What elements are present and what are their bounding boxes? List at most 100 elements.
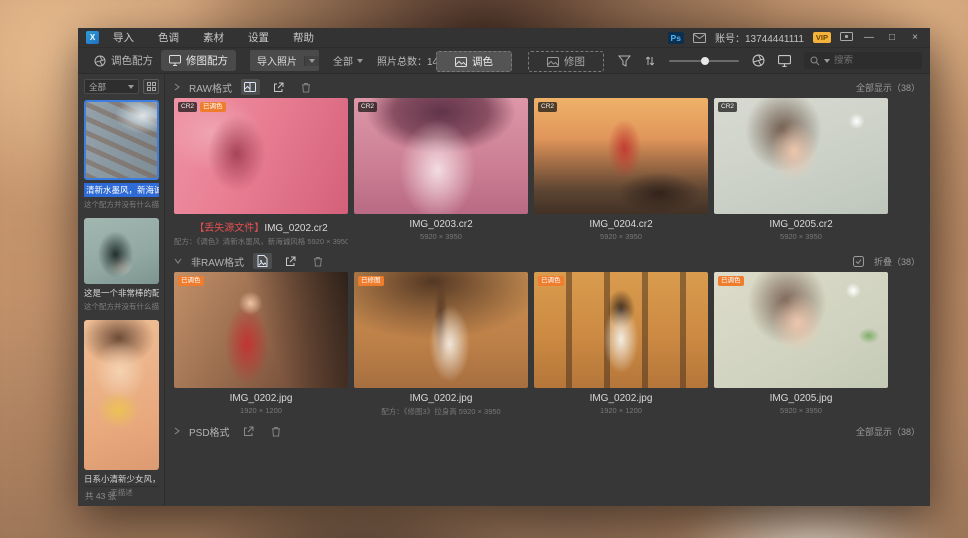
trash-icon[interactable] bbox=[267, 423, 286, 439]
section-title: PSD格式 bbox=[189, 424, 230, 439]
section-title: RAW格式 bbox=[189, 80, 232, 95]
missing-file-label: 【丢失源文件】 bbox=[194, 223, 264, 234]
search-icon bbox=[810, 56, 820, 66]
screen: X 导入 色调 素材 设置 帮助 Ps 账号：13744441111 VIP —… bbox=[0, 0, 968, 538]
raw-photo-row: CR2 已调色 【丢失源文件】IMG_0202.cr2 配方：《调色》清新水墨风… bbox=[174, 98, 920, 246]
menu-import[interactable]: 导入 bbox=[113, 30, 134, 45]
format-badge: CR2 bbox=[718, 102, 737, 112]
section-show-all-label[interactable]: 全部显示（38） bbox=[856, 425, 920, 438]
retouch-mode-label: 修图 bbox=[564, 54, 585, 69]
recipe-filter-dropdown[interactable]: 全部 bbox=[84, 79, 139, 94]
photo-thumbnail[interactable]: CR2 已调色 bbox=[174, 98, 348, 214]
retouch-mode-icon bbox=[547, 57, 559, 67]
status-badge: 已修图 bbox=[358, 276, 384, 286]
recipe-thumbnail[interactable] bbox=[84, 218, 159, 284]
tab-color-recipe-label: 调色配方 bbox=[111, 53, 153, 68]
photo-name: IMG_0204.cr2 bbox=[534, 219, 708, 230]
scope-dropdown[interactable]: 全部 bbox=[333, 53, 363, 68]
filter-funnel-icon[interactable] bbox=[618, 55, 631, 67]
menu-settings[interactable]: 设置 bbox=[248, 30, 269, 45]
maximize-button[interactable]: □ bbox=[885, 32, 899, 43]
minimize-button[interactable]: — bbox=[862, 32, 876, 43]
trash-icon[interactable] bbox=[309, 253, 328, 269]
photo-thumbnail[interactable]: 已调色 bbox=[174, 272, 348, 388]
title-bar: X 导入 色调 素材 设置 帮助 Ps 账号：13744441111 VIP —… bbox=[78, 28, 930, 48]
section-header-nonraw: 非RAW格式 折叠（38） bbox=[174, 250, 920, 272]
photo-thumbnail[interactable]: CR2 bbox=[354, 98, 528, 214]
search-box[interactable] bbox=[804, 52, 922, 69]
export-icon[interactable] bbox=[239, 423, 258, 439]
account-label[interactable]: 账号：13744441111 bbox=[715, 30, 804, 45]
recipe-thumbnail[interactable] bbox=[84, 320, 159, 470]
screen-share-icon[interactable] bbox=[840, 32, 853, 43]
section-show-all-label[interactable]: 全部显示（38） bbox=[856, 81, 920, 94]
recipe-card[interactable]: 清新水墨风，新海诚风格 这个配方并没有什么描述 · 552 bbox=[84, 100, 159, 210]
chevron-right-icon[interactable] bbox=[174, 83, 180, 91]
recipe-title: 这是一个非常棒的配方 bbox=[84, 287, 159, 299]
photo-thumbnail[interactable]: 已修图 bbox=[354, 272, 528, 388]
menu-assets[interactable]: 素材 bbox=[203, 30, 224, 45]
slider-thumb[interactable] bbox=[701, 57, 709, 65]
photo-card[interactable]: CR2 IMG_0204.cr2 5920 × 3950 bbox=[534, 98, 708, 246]
photo-card[interactable]: 已调色 IMG_0205.jpg 5920 × 3950 bbox=[714, 272, 888, 416]
tab-color-recipe[interactable]: 调色配方 bbox=[86, 50, 161, 71]
retouch-shortcut-icon[interactable] bbox=[778, 55, 791, 67]
photo-meta: 5920 × 3950 bbox=[714, 232, 888, 242]
search-scope-caret[interactable] bbox=[824, 59, 830, 63]
retouch-mode-button[interactable]: 修图 bbox=[528, 51, 604, 72]
menu-color[interactable]: 色调 bbox=[158, 30, 179, 45]
photo-thumbnail[interactable]: 已调色 bbox=[534, 272, 708, 388]
select-all-icon[interactable] bbox=[853, 256, 864, 267]
recipe-card[interactable]: 这是一个非常棒的配方 这个配方并没有什么描述 · 552 bbox=[84, 218, 159, 312]
trash-icon[interactable] bbox=[297, 79, 316, 95]
photo-name: IMG_0202.jpg bbox=[174, 393, 348, 404]
view-tools bbox=[618, 52, 922, 69]
import-dropdown-arrow[interactable] bbox=[304, 56, 319, 66]
chevron-down-icon bbox=[128, 85, 134, 89]
chevron-right-icon[interactable] bbox=[174, 427, 180, 435]
photo-name: 【丢失源文件】IMG_0202.cr2 bbox=[174, 219, 348, 234]
close-button[interactable]: × bbox=[908, 32, 922, 43]
nonraw-photo-row: 已调色 IMG_0202.jpg 1920 × 1200 已修图 IMG_020… bbox=[174, 272, 920, 416]
photo-thumbnail[interactable]: CR2 bbox=[714, 98, 888, 214]
format-badge: CR2 bbox=[358, 102, 377, 112]
color-mode-button[interactable]: 调色 bbox=[436, 51, 512, 72]
photo-card[interactable]: 已修图 IMG_0202.jpg 配方：《修图3》拉身高 5920 × 3950 bbox=[354, 272, 528, 416]
photo-card[interactable]: CR2 已调色 【丢失源文件】IMG_0202.cr2 配方：《调色》清新水墨风… bbox=[174, 98, 348, 246]
app-logo-icon: X bbox=[86, 31, 99, 44]
format-badge: CR2 bbox=[178, 102, 197, 112]
section-collapse-label[interactable]: 折叠（38） bbox=[874, 255, 920, 268]
photo-card[interactable]: 已调色 IMG_0202.jpg 1920 × 1200 bbox=[174, 272, 348, 416]
photo-name: IMG_0205.cr2 bbox=[714, 219, 888, 230]
color-recipe-shortcut-icon[interactable] bbox=[752, 54, 765, 67]
photo-card[interactable]: CR2 IMG_0203.cr2 5920 × 3950 bbox=[354, 98, 528, 246]
export-icon[interactable] bbox=[281, 253, 300, 269]
photo-card[interactable]: CR2 IMG_0205.cr2 5920 × 3950 bbox=[714, 98, 888, 246]
photo-name: IMG_0203.cr2 bbox=[354, 219, 528, 230]
export-icon[interactable] bbox=[269, 79, 288, 95]
mail-icon[interactable] bbox=[693, 33, 706, 43]
tab-retouch-recipe[interactable]: 修图配方 bbox=[161, 50, 236, 71]
thumbnail-size-slider[interactable] bbox=[669, 56, 739, 66]
photoshop-icon[interactable]: Ps bbox=[668, 32, 684, 44]
chevron-down-icon[interactable] bbox=[174, 258, 182, 264]
photo-total-label: 照片总数：144 bbox=[377, 53, 444, 68]
import-photos-button[interactable]: 导入照片 bbox=[250, 50, 319, 71]
vip-badge: VIP bbox=[813, 32, 831, 43]
photo-card[interactable]: 已调色 IMG_0202.jpg 1920 × 1200 bbox=[534, 272, 708, 416]
compare-icon[interactable] bbox=[241, 79, 260, 95]
photo-thumbnail[interactable]: 已调色 bbox=[714, 272, 888, 388]
grid-view-icon[interactable] bbox=[143, 79, 159, 94]
photo-thumbnail[interactable]: CR2 bbox=[534, 98, 708, 214]
mode-switcher: 调色 修图 bbox=[436, 51, 604, 72]
scope-label: 全部 bbox=[333, 53, 353, 68]
recipe-thumbnail[interactable] bbox=[84, 100, 159, 180]
image-file-icon[interactable] bbox=[253, 253, 272, 269]
recipe-card[interactable]: 日系小清新少女风，赞 无描述 bbox=[84, 320, 159, 498]
sort-icon[interactable] bbox=[644, 55, 656, 67]
menu-help[interactable]: 帮助 bbox=[293, 30, 314, 45]
photo-meta: 5920 × 3950 bbox=[354, 232, 528, 242]
photo-name: IMG_0202.jpg bbox=[534, 393, 708, 404]
search-input[interactable] bbox=[834, 55, 894, 66]
photo-meta: 配方：《调色》清新水墨风，新海诚风格 5920 × 3950 bbox=[174, 236, 348, 246]
